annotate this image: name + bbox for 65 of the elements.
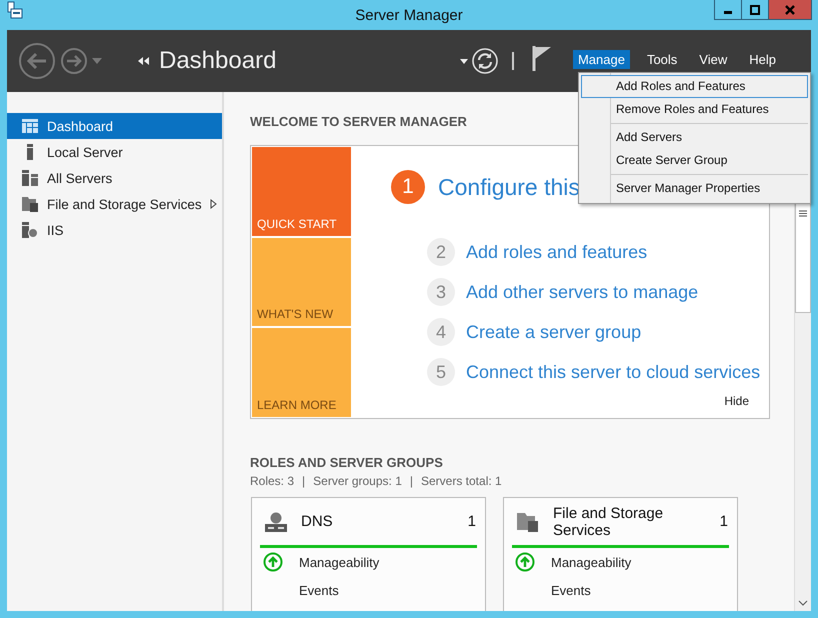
sidebar-item[interactable]: IIS — [7, 217, 222, 243]
step-link[interactable]: Add other servers to manage — [466, 282, 698, 302]
step-link[interactable]: Create a server group — [466, 322, 642, 342]
menu-item[interactable]: Create Server Group — [581, 149, 808, 172]
dropdown-caret-icon[interactable] — [460, 58, 468, 64]
close-icon — [785, 4, 795, 14]
summary-stat: Servers total: 1 — [421, 474, 502, 488]
status-label[interactable]: Events — [551, 582, 591, 598]
step-number: 4 — [427, 318, 455, 346]
dns-server-icon — [265, 512, 287, 532]
separator: | — [410, 474, 413, 488]
double-arrow-icon — [138, 57, 150, 65]
menu-item[interactable]: Add Roles and Features — [581, 75, 808, 98]
close-button[interactable] — [768, 0, 812, 20]
hide-link[interactable]: Hide — [724, 394, 749, 408]
minimize-icon — [724, 10, 732, 14]
menu-item[interactable]: Manage — [572, 50, 630, 69]
step-number: 3 — [427, 278, 455, 306]
summary-stat: Roles: 3 — [250, 474, 294, 488]
menu-item[interactable]: Add Servers — [581, 126, 808, 149]
expand-arrow-icon[interactable] — [210, 199, 217, 209]
role-name: DNS — [301, 513, 334, 530]
grid-icon — [21, 119, 39, 133]
menu-item[interactable]: Server Manager Properties — [581, 177, 808, 200]
step-link[interactable]: Add roles and features — [466, 242, 648, 262]
role-count: 1 — [720, 513, 728, 530]
menu-item[interactable]: Remove Roles and Features — [581, 98, 808, 121]
step-link[interactable]: Configure this — [438, 174, 580, 200]
breadcrumb-title: Dashboard — [159, 47, 276, 75]
forward-button[interactable] — [60, 47, 88, 75]
role-count: 1 — [468, 513, 476, 530]
back-button[interactable] — [18, 42, 56, 80]
role-tile[interactable]: DNS 1 Manageability Events — [251, 497, 486, 611]
menu-item[interactable]: View — [694, 50, 732, 69]
window-title: Server Manager — [355, 6, 463, 24]
section-heading: WELCOME TO SERVER MANAGER — [250, 114, 468, 129]
minimize-button[interactable] — [714, 0, 742, 20]
sidebar-item[interactable]: File and Storage Services — [7, 191, 222, 217]
status-label[interactable]: Manageability — [299, 554, 380, 570]
flag-icon[interactable] — [532, 45, 552, 71]
servers-icon — [21, 170, 39, 186]
folder-server-icon — [517, 512, 539, 532]
refresh-icon[interactable] — [472, 48, 498, 74]
separator: | — [302, 474, 306, 488]
role-name: File and Storage Services — [553, 504, 664, 538]
sidebar-item[interactable]: Dashboard — [7, 113, 222, 139]
app-icon — [7, 1, 23, 19]
maximize-icon — [750, 4, 760, 14]
folder-server-icon — [21, 196, 39, 212]
section-heading: ROLES AND SERVER GROUPS — [250, 455, 444, 470]
menu-item[interactable]: Help — [744, 50, 781, 69]
nav-tile[interactable]: LEARN MORE — [252, 328, 351, 418]
status-label[interactable]: Manageability — [551, 554, 632, 570]
status-label[interactable]: Events — [299, 582, 339, 598]
step-number: 5 — [427, 358, 455, 386]
step-number: 1 — [391, 170, 425, 204]
role-tile[interactable]: File and Storage Services 1 Manageability Events — [503, 497, 738, 611]
step-link[interactable]: Connect this server to cloud services — [466, 362, 760, 382]
nav-tile[interactable]: WHAT'S NEW — [252, 238, 351, 326]
sidebar-item[interactable]: All Servers — [7, 165, 222, 191]
menu-item[interactable]: Tools — [642, 50, 682, 69]
summary-stat: Server groups: 1 — [313, 474, 402, 488]
web-server-icon — [21, 222, 39, 238]
step-number: 2 — [427, 238, 455, 266]
sidebar-item[interactable]: Local Server — [7, 139, 222, 165]
